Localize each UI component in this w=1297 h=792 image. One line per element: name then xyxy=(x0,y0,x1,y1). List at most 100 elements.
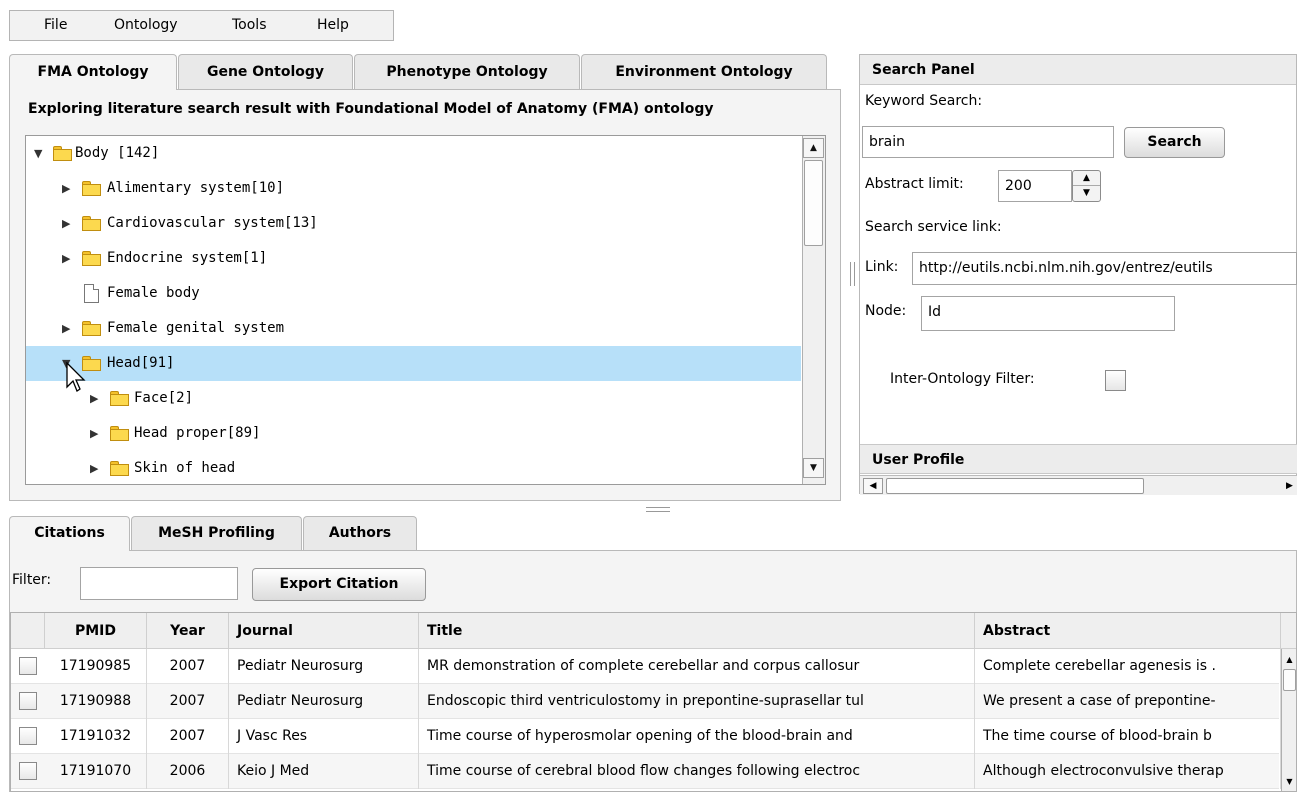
folder-icon xyxy=(110,426,129,441)
expanded-triangle-icon[interactable]: ▼ xyxy=(34,136,42,171)
cell-journal: Pediatr Neurosurg xyxy=(229,684,419,719)
scroll-left-icon[interactable]: ◀ xyxy=(863,478,883,494)
tab-gene-ontology[interactable]: Gene Ontology xyxy=(178,54,353,89)
search-service-link-label: Search service link: xyxy=(865,219,1002,235)
inter-ontology-filter-checkbox[interactable] xyxy=(1105,370,1126,391)
tree-node-head-proper[interactable]: ▶ Head proper[89] xyxy=(26,416,801,451)
column-header-journal[interactable]: Journal xyxy=(229,613,419,649)
row-checkbox[interactable] xyxy=(19,727,37,745)
cell-title: Endoscopic third ventriculostomy in prep… xyxy=(419,684,975,719)
scroll-down-icon[interactable]: ▼ xyxy=(803,458,824,478)
collapsed-triangle-icon[interactable]: ▶ xyxy=(90,416,98,451)
tree-node-face[interactable]: ▶ Face[2] xyxy=(26,381,801,416)
collapsed-triangle-icon[interactable]: ▶ xyxy=(62,206,70,241)
cell-abstract: We present a case of prepontine- xyxy=(975,684,1281,719)
scroll-up-icon[interactable]: ▲ xyxy=(1283,653,1296,667)
vertical-splitter-handle[interactable] xyxy=(850,262,855,286)
tab-environment-ontology[interactable]: Environment Ontology xyxy=(581,54,827,89)
mouse-cursor-icon xyxy=(66,362,86,392)
abstract-limit-stepper[interactable]: ▲ ▼ xyxy=(1072,170,1101,202)
row-checkbox[interactable] xyxy=(19,762,37,780)
inter-ontology-filter-label: Inter-Ontology Filter: xyxy=(890,371,1035,387)
collapsed-triangle-icon[interactable]: ▶ xyxy=(62,171,70,206)
user-profile-header[interactable]: User Profile xyxy=(860,444,1297,474)
cell-abstract: The time course of blood-brain b xyxy=(975,719,1281,754)
search-button[interactable]: Search xyxy=(1124,127,1225,158)
scroll-right-icon[interactable]: ▶ xyxy=(1286,478,1297,494)
row-checkbox[interactable] xyxy=(19,692,37,710)
tab-fma-ontology[interactable]: FMA Ontology xyxy=(9,54,177,90)
collapsed-triangle-icon[interactable]: ▶ xyxy=(62,241,70,276)
menu-tools[interactable]: Tools xyxy=(232,11,267,40)
collapsed-triangle-icon[interactable]: ▶ xyxy=(62,311,70,346)
tree-node-endocrine-system[interactable]: ▶ Endocrine system[1] xyxy=(26,241,801,276)
tree-node-female-body[interactable]: Female body xyxy=(26,276,801,311)
citations-table: PMID Year Journal Title Abstract 1719098… xyxy=(10,612,1297,792)
abstract-limit-label: Abstract limit: xyxy=(865,176,964,192)
table-scrollbar[interactable]: ▲ ▼ xyxy=(1281,649,1296,791)
cell-title: Time course of cerebral blood flow chang… xyxy=(419,754,975,789)
checkbox-column-header xyxy=(11,613,45,649)
ontology-tree: ▼ Body [142] ▶ Alimentary system[10] ▶ C… xyxy=(25,135,826,485)
scroll-thumb[interactable] xyxy=(804,160,823,246)
open-folder-icon xyxy=(53,146,72,161)
search-panel-title: Search Panel xyxy=(860,55,1296,85)
column-header-year[interactable]: Year xyxy=(147,613,229,649)
row-checkbox[interactable] xyxy=(19,657,37,675)
cell-pmid: 17190985 xyxy=(45,649,147,684)
cell-journal: J Vasc Res xyxy=(229,719,419,754)
folder-icon xyxy=(110,391,129,406)
cell-pmid: 17191032 xyxy=(45,719,147,754)
cell-abstract: Complete cerebellar agenesis is . xyxy=(975,649,1281,684)
cell-year: 2007 xyxy=(147,684,229,719)
abstract-limit-input[interactable]: 200 xyxy=(998,170,1072,202)
keyword-search-input[interactable]: brain xyxy=(862,126,1114,158)
tab-authors[interactable]: Authors xyxy=(303,516,417,550)
cell-pmid: 17191070 xyxy=(45,754,147,789)
tree-scrollbar[interactable]: ▲ ▼ xyxy=(802,136,825,484)
filter-label: Filter: xyxy=(12,572,52,588)
right-panel-hscrollbar[interactable]: ◀ ▶ xyxy=(860,475,1297,495)
tree-node-head[interactable]: ▼ Head[91] xyxy=(26,346,801,381)
export-citation-button[interactable]: Export Citation xyxy=(252,568,426,601)
column-header-pmid[interactable]: PMID xyxy=(45,613,147,649)
filter-input[interactable] xyxy=(80,567,238,600)
hscroll-thumb[interactable] xyxy=(886,478,1144,494)
document-icon xyxy=(84,284,99,303)
folder-icon xyxy=(82,216,101,231)
menu-help[interactable]: Help xyxy=(317,11,349,40)
tree-node-body[interactable]: ▼ Body [142] xyxy=(26,136,801,171)
column-header-abstract[interactable]: Abstract xyxy=(975,613,1281,649)
tab-citations[interactable]: Citations xyxy=(9,516,130,551)
header-scroll-corner xyxy=(1281,613,1296,649)
scroll-thumb[interactable] xyxy=(1283,669,1296,691)
tree-node-skin-of-head[interactable]: ▶ Skin of head xyxy=(26,451,801,484)
folder-icon xyxy=(110,461,129,476)
collapsed-triangle-icon[interactable]: ▶ xyxy=(90,381,98,416)
cell-year: 2007 xyxy=(147,719,229,754)
collapsed-triangle-icon[interactable]: ▶ xyxy=(90,451,98,484)
cell-journal: Pediatr Neurosurg xyxy=(229,649,419,684)
cell-year: 2007 xyxy=(147,649,229,684)
scroll-down-icon[interactable]: ▼ xyxy=(1283,775,1296,789)
tree-node-cardiovascular-system[interactable]: ▶ Cardiovascular system[13] xyxy=(26,206,801,241)
folder-icon xyxy=(82,181,101,196)
node-input[interactable]: Id xyxy=(921,296,1175,331)
node-label: Node: xyxy=(865,303,907,319)
tab-mesh-profiling[interactable]: MeSH Profiling xyxy=(131,516,302,550)
horizontal-splitter-handle[interactable] xyxy=(646,507,670,512)
menu-bar: File Ontology Tools Help xyxy=(9,10,394,41)
tree-node-female-genital-system[interactable]: ▶ Female genital system xyxy=(26,311,801,346)
menu-ontology[interactable]: Ontology xyxy=(114,11,178,40)
menu-file[interactable]: File xyxy=(44,11,67,40)
tab-phenotype-ontology[interactable]: Phenotype Ontology xyxy=(354,54,580,89)
stepper-up-icon[interactable]: ▲ xyxy=(1073,171,1100,186)
tree-node-alimentary-system[interactable]: ▶ Alimentary system[10] xyxy=(26,171,801,206)
cell-abstract: Although electroconvulsive therap xyxy=(975,754,1281,789)
cell-pmid: 17190988 xyxy=(45,684,147,719)
scroll-up-icon[interactable]: ▲ xyxy=(803,138,824,158)
stepper-down-icon[interactable]: ▼ xyxy=(1073,186,1100,201)
keyword-search-label: Keyword Search: xyxy=(865,93,983,109)
link-input[interactable]: http://eutils.ncbi.nlm.nih.gov/entrez/eu… xyxy=(912,252,1297,285)
column-header-title[interactable]: Title xyxy=(419,613,975,649)
